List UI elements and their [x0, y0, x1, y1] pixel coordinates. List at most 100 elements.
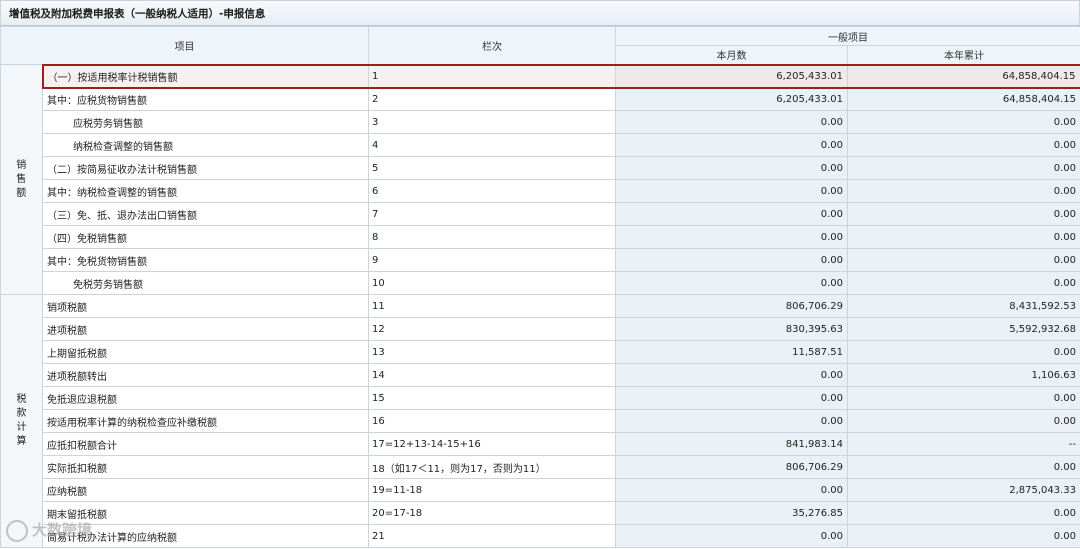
row-year-value[interactable]: --: [847, 432, 1080, 456]
row-label: 进项税额转出: [42, 363, 369, 387]
row-column-no: 6: [368, 179, 616, 203]
row-label: 应税劳务销售额: [42, 110, 369, 134]
table-row[interactable]: 其中：纳税检查调整的销售额 6 0.00 0.00: [1, 179, 1080, 203]
row-column-no: 19=11-18: [368, 478, 616, 502]
table-row[interactable]: 免抵退应退税额 15 0.00 0.00: [1, 386, 1080, 410]
row-year-value[interactable]: 64,858,404.15: [847, 63, 1080, 89]
row-label: 销项税额: [42, 294, 369, 318]
row-column-no: 18（如17＜11，则为17，否则为11）: [368, 455, 616, 479]
row-month-value[interactable]: 11,587.51: [615, 340, 848, 364]
table-row[interactable]: 应税劳务销售额 3 0.00 0.00: [1, 110, 1080, 134]
row-month-value[interactable]: 0.00: [615, 156, 848, 180]
header-column: 栏次: [368, 26, 616, 65]
header-general-items: 一般项目: [615, 26, 1080, 46]
row-column-no: 5: [368, 156, 616, 180]
row-month-value[interactable]: 841,983.14: [615, 432, 848, 456]
row-column-no: 15: [368, 386, 616, 410]
table-row[interactable]: 进项税额转出 14 0.00 1,106.63: [1, 363, 1080, 387]
table-row[interactable]: 实际抵扣税额 18（如17＜11，则为17，否则为11） 806,706.29 …: [1, 455, 1080, 479]
row-year-value[interactable]: 5,592,932.68: [847, 317, 1080, 341]
row-month-value[interactable]: 0.00: [615, 202, 848, 226]
row-year-value[interactable]: 0.00: [847, 248, 1080, 272]
row-year-value[interactable]: 0.00: [847, 409, 1080, 433]
row-label: （二）按简易征收办法计税销售额: [42, 156, 369, 180]
row-year-value[interactable]: 0.00: [847, 156, 1080, 180]
table-row[interactable]: 进项税额 12 830,395.63 5,592,932.68: [1, 317, 1080, 341]
row-year-value[interactable]: 64,858,404.15: [847, 87, 1080, 111]
row-column-no: 1: [368, 63, 616, 89]
row-label: （三）免、抵、退办法出口销售额: [42, 202, 369, 226]
section-tax-label: 税款计算: [16, 394, 27, 447]
table-row[interactable]: 简易计税办法计算的应纳税额 21 0.00 0.00: [1, 524, 1080, 548]
row-column-no: 11: [368, 294, 616, 318]
row-label: 免抵退应退税额: [42, 386, 369, 410]
table-row[interactable]: 其中：应税货物销售额 2 6,205,433.01 64,858,404.15: [1, 87, 1080, 111]
row-month-value[interactable]: 0.00: [615, 409, 848, 433]
row-column-no: 16: [368, 409, 616, 433]
watermark-text: 大数跨境: [32, 521, 93, 539]
table-row[interactable]: （二）按简易征收办法计税销售额 5 0.00 0.00: [1, 156, 1080, 180]
row-label: 实际抵扣税额: [42, 455, 369, 479]
table-row[interactable]: 免税劳务销售额 10 0.00 0.00: [1, 271, 1080, 295]
row-year-value[interactable]: 0.00: [847, 501, 1080, 525]
row-month-value[interactable]: 0.00: [615, 179, 848, 203]
row-column-no: 12: [368, 317, 616, 341]
row-month-value[interactable]: 806,706.29: [615, 455, 848, 479]
row-year-value[interactable]: 8,431,592.53: [847, 294, 1080, 318]
row-month-value[interactable]: 0.00: [615, 248, 848, 272]
row-label: 上期留抵税额: [42, 340, 369, 364]
row-year-value[interactable]: 2,875,043.33: [847, 478, 1080, 502]
row-month-value[interactable]: 806,706.29: [615, 294, 848, 318]
row-label: 其中：免税货物销售额: [42, 248, 369, 272]
row-column-no: 13: [368, 340, 616, 364]
row-year-value[interactable]: 0.00: [847, 271, 1080, 295]
row-month-value[interactable]: 830,395.63: [615, 317, 848, 341]
watermark-logo-icon: [6, 519, 28, 542]
row-year-value[interactable]: 0.00: [847, 133, 1080, 157]
row-year-value[interactable]: 0.00: [847, 340, 1080, 364]
table-row[interactable]: 期末留抵税额 20=17-18 35,276.85 0.00: [1, 501, 1080, 525]
row-month-value[interactable]: 0.00: [615, 225, 848, 249]
row-label: 纳税检查调整的销售额: [42, 133, 369, 157]
table-row[interactable]: 纳税检查调整的销售额 4 0.00 0.00: [1, 133, 1080, 157]
row-month-value[interactable]: 0.00: [615, 386, 848, 410]
row-year-value[interactable]: 0.00: [847, 455, 1080, 479]
row-column-no: 20=17-18: [368, 501, 616, 525]
declaration-table: 项目 栏次 一般项目 本月数 本年累计 销售额 （一）按适用税率计税销售额 1 …: [0, 26, 1080, 548]
header-item: 项目: [0, 26, 369, 65]
row-month-value[interactable]: 0.00: [615, 363, 848, 387]
row-year-value[interactable]: 0.00: [847, 110, 1080, 134]
table-row[interactable]: 应纳税额 19=11-18 0.00 2,875,043.33: [1, 478, 1080, 502]
row-month-value[interactable]: 0.00: [615, 110, 848, 134]
row-year-value[interactable]: 0.00: [847, 524, 1080, 548]
row-month-value[interactable]: 0.00: [615, 478, 848, 502]
row-year-value[interactable]: 0.00: [847, 225, 1080, 249]
row-label: 应纳税额: [42, 478, 369, 502]
table-row[interactable]: 应抵扣税额合计 17=12+13-14-15+16 841,983.14 --: [1, 432, 1080, 456]
row-column-no: 9: [368, 248, 616, 272]
row-month-value[interactable]: 0.00: [615, 524, 848, 548]
row-month-value[interactable]: 0.00: [615, 271, 848, 295]
row-label: 其中：应税货物销售额: [42, 87, 369, 111]
row-month-value[interactable]: 6,205,433.01: [615, 63, 848, 89]
row-column-no: 10: [368, 271, 616, 295]
row-month-value[interactable]: 0.00: [615, 133, 848, 157]
row-year-value[interactable]: 0.00: [847, 202, 1080, 226]
table-row[interactable]: （四）免税销售额 8 0.00 0.00: [1, 225, 1080, 249]
row-column-no: 7: [368, 202, 616, 226]
row-year-value[interactable]: 1,106.63: [847, 363, 1080, 387]
row-year-value[interactable]: 0.00: [847, 179, 1080, 203]
table-row[interactable]: 其中：免税货物销售额 9 0.00 0.00: [1, 248, 1080, 272]
watermark: 大数跨境: [6, 515, 156, 545]
table-row[interactable]: 按适用税率计算的纳税检查应补缴税额 16 0.00 0.00: [1, 409, 1080, 433]
table-row[interactable]: （三）免、抵、退办法出口销售额 7 0.00 0.00: [1, 202, 1080, 226]
row-month-value[interactable]: 35,276.85: [615, 501, 848, 525]
section-sales: 销售额: [0, 64, 43, 295]
row-year-value[interactable]: 0.00: [847, 386, 1080, 410]
row-label: 按适用税率计算的纳税检查应补缴税额: [42, 409, 369, 433]
table-row[interactable]: 上期留抵税额 13 11,587.51 0.00: [1, 340, 1080, 364]
table-row[interactable]: 税款计算 销项税额 11 806,706.29 8,431,592.53: [0, 294, 1080, 548]
row-month-value[interactable]: 6,205,433.01: [615, 87, 848, 111]
table-row[interactable]: 销售额 （一）按适用税率计税销售额 1 6,205,433.01 64,858,…: [0, 63, 1080, 295]
row-label: 其中：纳税检查调整的销售额: [42, 179, 369, 203]
